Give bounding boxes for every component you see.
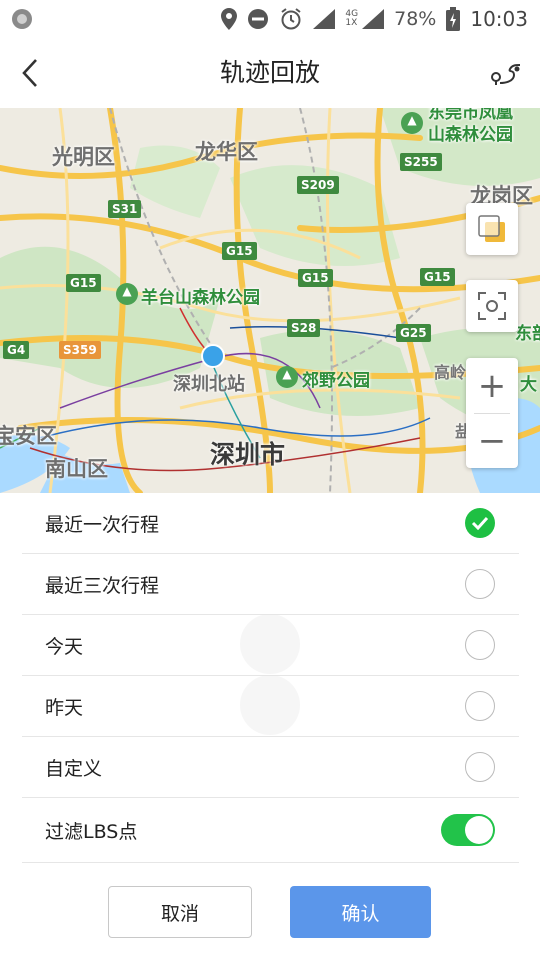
chevron-left-icon <box>22 59 37 87</box>
road-shield-g4: G4 <box>3 341 30 359</box>
option-yesterday[interactable]: 昨天 <box>22 676 519 737</box>
layers-button[interactable] <box>466 203 518 255</box>
map-label-longhua: 龙华区 <box>195 140 258 164</box>
road-shield-g15: G15 <box>66 274 101 292</box>
option-last-three-trips[interactable]: 最近三次行程 <box>22 554 519 615</box>
signal-icon <box>313 9 336 29</box>
do-not-disturb-icon <box>248 9 269 29</box>
locate-button[interactable] <box>466 280 518 332</box>
battery-percent: 78% <box>394 8 437 30</box>
network-type: 4G 1X <box>345 9 359 28</box>
road-shield-g15: G15 <box>222 242 257 260</box>
filter-lbs-row: 过滤LBS点 <box>22 798 519 863</box>
signal-icon-2 <box>362 9 385 29</box>
radio-unchecked-icon[interactable] <box>465 691 495 721</box>
option-custom[interactable]: 自定义 <box>22 737 519 798</box>
plus-icon: + <box>477 365 507 406</box>
battery-icon <box>446 7 461 31</box>
status-bar: 4G 1X 78% 10:03 <box>0 0 540 38</box>
map-label-shenzhen-north: 深圳北站 <box>173 374 245 395</box>
notification-dot-icon <box>12 9 32 29</box>
map-label-gaoling: 高岭 <box>434 363 467 382</box>
radio-unchecked-icon[interactable] <box>465 569 495 599</box>
map-label-yangtai: 羊台山森林公园 <box>141 288 260 308</box>
option-label: 最近一次行程 <box>45 513 160 536</box>
road-shield-g15: G15 <box>420 268 455 286</box>
map-label-jiaoye: 郊野公园 <box>302 371 370 391</box>
road-shield-s255: S255 <box>400 153 442 171</box>
road-shield-s209: S209 <box>297 176 339 194</box>
road-shield-s359: S359 <box>59 341 101 359</box>
header: 轨迹回放 <box>0 38 540 108</box>
radio-checked-icon[interactable] <box>465 508 495 538</box>
option-label: 昨天 <box>45 696 84 719</box>
location-icon <box>221 8 238 30</box>
clock: 10:03 <box>470 7 528 31</box>
map-label-guangming: 光明区 <box>52 145 115 169</box>
road-shield-g25: G25 <box>396 324 431 342</box>
map-label-da: 大 <box>520 375 537 395</box>
option-today[interactable]: 今天 <box>22 615 519 676</box>
park-icon <box>276 366 298 388</box>
map-label-dongguan-park: 东莞市凤凰 山森林公园 <box>428 108 513 145</box>
map-label-nanshan: 南山区 <box>45 457 108 481</box>
route-button[interactable] <box>486 54 526 94</box>
filter-lbs-toggle[interactable] <box>441 814 495 846</box>
road-shield-s28: S28 <box>287 319 321 337</box>
alarm-icon <box>281 8 302 30</box>
radio-unchecked-icon[interactable] <box>465 630 495 660</box>
option-label: 最近三次行程 <box>45 574 160 597</box>
option-last-trip[interactable]: 最近一次行程 <box>22 493 519 554</box>
map-label-baoan: 宝安区 <box>0 424 57 448</box>
page-title: 轨迹回放 <box>219 58 320 87</box>
locate-icon <box>478 292 506 320</box>
layers-icon <box>478 215 505 242</box>
route-icon <box>491 64 521 85</box>
cancel-button[interactable]: 取消 <box>108 886 252 938</box>
road-shield-g15: G15 <box>298 269 333 287</box>
checkmark-icon <box>471 516 489 530</box>
filter-lbs-label: 过滤LBS点 <box>45 820 138 843</box>
park-icon <box>116 283 138 305</box>
zoom-out-button[interactable]: − <box>466 413 518 468</box>
train-station-icon <box>201 344 225 368</box>
confirm-button[interactable]: 确认 <box>290 886 431 938</box>
option-label: 自定义 <box>45 757 103 780</box>
option-label: 今天 <box>45 635 84 658</box>
minus-icon: − <box>477 420 507 461</box>
map-label-shenzhen: 深圳市 <box>210 440 286 469</box>
back-button[interactable] <box>10 52 50 94</box>
park-icon <box>401 112 423 134</box>
map-label-dongbu: 东部 <box>515 324 540 344</box>
trip-options-list: 最近一次行程 最近三次行程 今天 昨天 自定义 过滤LBS点 <box>22 493 519 863</box>
zoom-in-button[interactable]: + <box>466 358 518 413</box>
zoom-controls: + − <box>466 358 518 468</box>
road-shield-s31: S31 <box>108 200 142 218</box>
map-view[interactable]: 光明区 龙华区 龙岗区 东莞市凤凰 山森林公园 东部 羊台山森林公园 深圳北站 … <box>0 108 540 493</box>
radio-unchecked-icon[interactable] <box>465 752 495 782</box>
